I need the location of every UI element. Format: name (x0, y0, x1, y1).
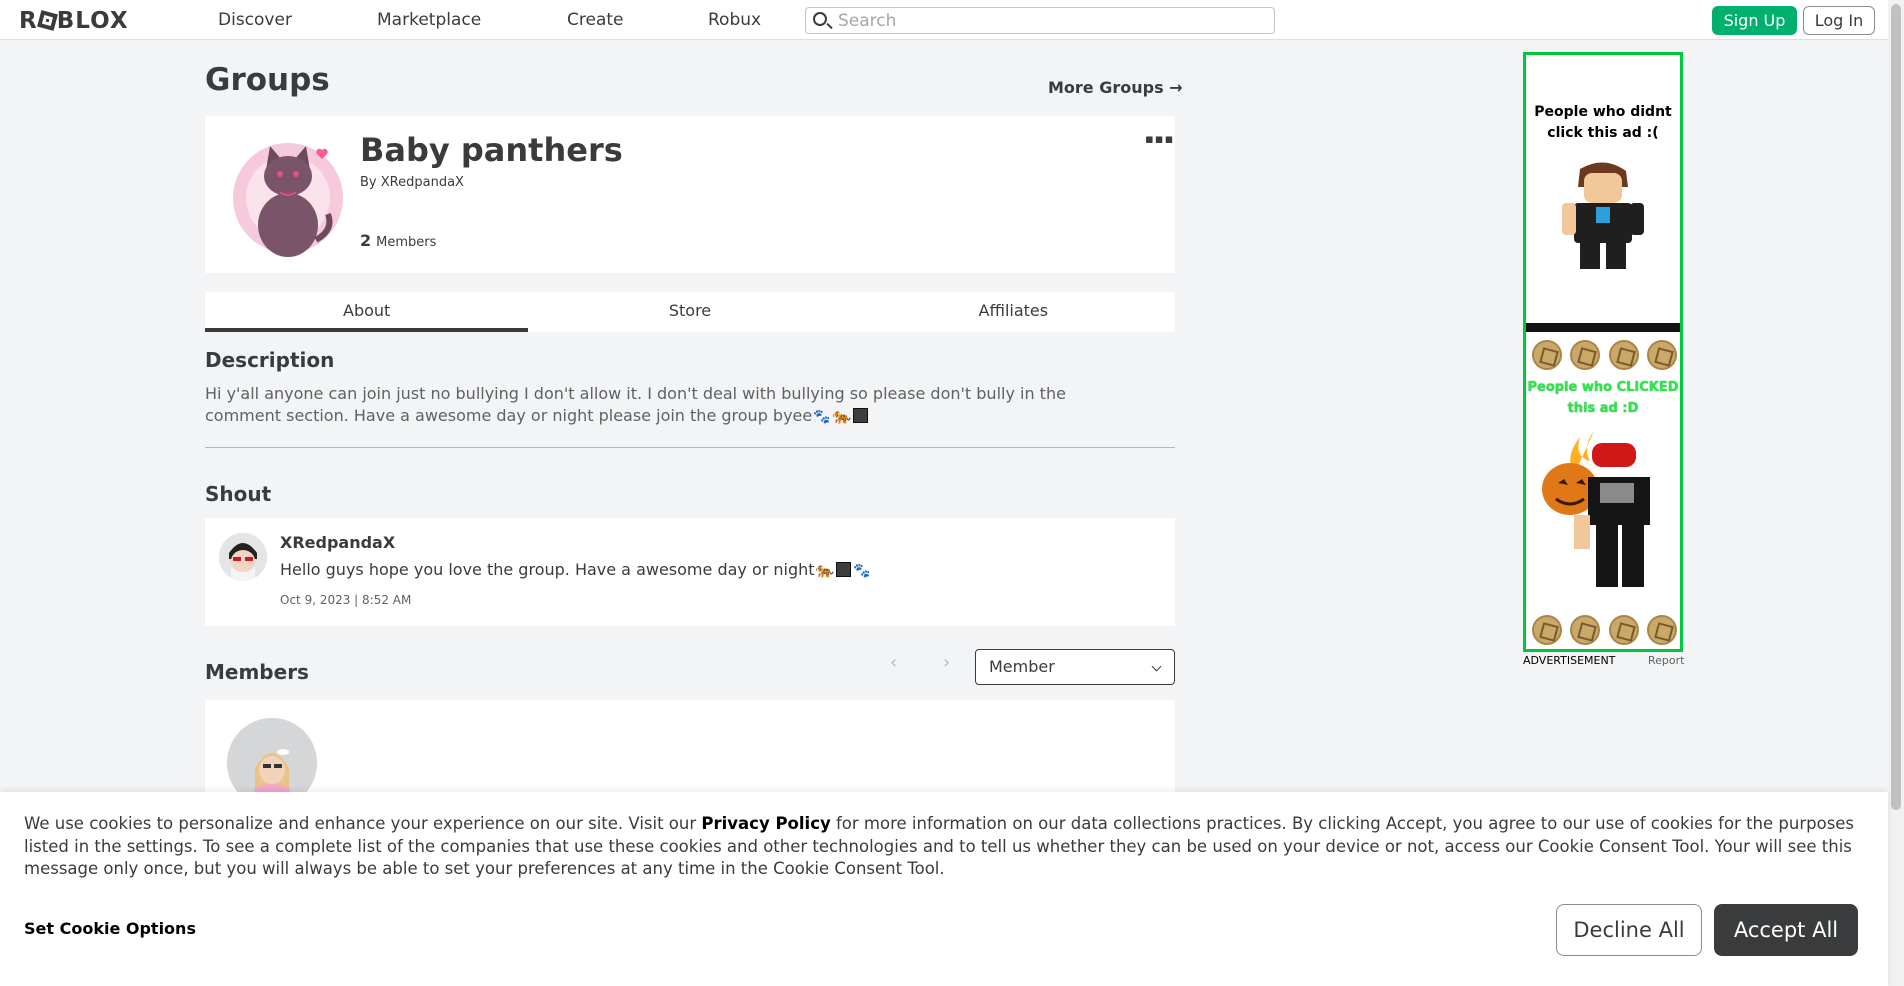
group-owner-prefix: By (360, 175, 377, 190)
black-square-emoji-icon (853, 408, 869, 423)
member-count-number: 2 (360, 231, 372, 250)
description-text: Hi y'all anyone can join just no bullyin… (205, 383, 1165, 428)
search-box (805, 7, 1275, 34)
accept-all-button[interactable]: Accept All (1714, 904, 1858, 956)
group-emblem-image (233, 143, 343, 257)
search-input[interactable] (838, 10, 1258, 31)
sign-up-button[interactable]: Sign Up (1712, 6, 1797, 35)
top-navigation: R BLOX Discover Marketplace Create Robux … (0, 0, 1888, 40)
tab-affiliates[interactable]: Affiliates (852, 292, 1175, 332)
group-owner-link[interactable]: XRedpandaX (381, 175, 464, 190)
more-groups-link[interactable]: More Groups → (1048, 78, 1183, 97)
ad-avatar-sad-image (1562, 162, 1644, 269)
ad-coin-row-bottom (1532, 615, 1677, 645)
role-select-value: Member (989, 657, 1055, 676)
section-divider (205, 447, 1175, 448)
ad-avatar-happy-image (1542, 431, 1650, 587)
ad-top-text: People who didnt click this ad :( (1534, 104, 1672, 141)
description-title: Description (205, 348, 335, 372)
nav-discover[interactable]: Discover (218, 10, 292, 30)
set-cookie-options-link[interactable]: Set Cookie Options (24, 919, 196, 938)
shout-timestamp: Oct 9, 2023 | 8:52 AM (280, 593, 412, 607)
scrollbar-thumb[interactable] (1891, 4, 1901, 810)
decline-all-button[interactable]: Decline All (1556, 904, 1702, 956)
tiger-emoji-icon: 🐅 (815, 561, 835, 579)
group-header-card: Baby panthers By XRedpandaX 2 Members ▪▪▪ (205, 116, 1175, 273)
robux-coin-icon (1570, 615, 1601, 645)
role-select-dropdown[interactable]: Member (975, 649, 1175, 685)
paw-emoji-icon: 🐾 (853, 563, 871, 579)
group-member-count: 2 Members (360, 231, 436, 250)
cookie-text-before: We use cookies to personalize and enhanc… (24, 814, 702, 833)
robux-coin-icon (1532, 340, 1562, 370)
shout-card: XRedpandaX Hello guys hope you love the … (205, 518, 1175, 626)
log-in-button[interactable]: Log In (1803, 6, 1875, 35)
shout-author-name[interactable]: XRedpandaX (280, 533, 395, 552)
ad-coin-row-top (1532, 340, 1677, 370)
group-tabs: About Store Affiliates (205, 292, 1175, 332)
robux-coin-icon (1646, 340, 1677, 370)
robux-coin-icon (1570, 340, 1601, 370)
group-owner: By XRedpandaX (360, 175, 464, 190)
shout-author-avatar[interactable] (219, 533, 267, 581)
shout-message: Hello guys hope you love the group. Have… (280, 560, 872, 579)
shout-title: Shout (205, 482, 272, 506)
chevron-left-icon[interactable]: ‹ (890, 652, 897, 673)
chevron-right-icon[interactable]: › (943, 652, 950, 673)
robux-coin-icon (1608, 615, 1639, 645)
page-scrollbar[interactable] (1888, 0, 1904, 986)
tab-about[interactable]: About (205, 292, 529, 332)
cookie-consent-banner: We use cookies to personalize and enhanc… (0, 792, 1888, 986)
roblox-logo[interactable]: R BLOX (19, 8, 129, 34)
robux-coin-icon (1532, 615, 1562, 645)
black-square-emoji-icon (836, 562, 852, 577)
robux-coin-icon (1608, 340, 1639, 370)
tab-store[interactable]: Store (528, 292, 851, 332)
description-line-2: comment section. Have a awesome day or n… (205, 406, 813, 425)
ad-report-link[interactable]: Report (1648, 654, 1684, 667)
search-icon[interactable] (813, 12, 827, 26)
tiger-emoji-icon: 🐅 (832, 407, 852, 425)
group-name: Baby panthers (360, 131, 623, 169)
advertisement-label: ADVERTISEMENT (1523, 654, 1616, 667)
members-title: Members (205, 660, 309, 684)
robux-coin-icon (1646, 615, 1677, 645)
description-line-1: Hi y'all anyone can join just no bullyin… (205, 384, 1066, 403)
nav-robux[interactable]: Robux (708, 10, 761, 30)
member-count-label: Members (376, 235, 437, 250)
paw-emoji-icon: 🐾 (813, 409, 831, 425)
more-dots-icon[interactable]: ▪▪▪ (1145, 132, 1174, 147)
advertisement-banner[interactable]: People who didnt click this ad :( People… (1523, 52, 1683, 652)
page-title: Groups (205, 62, 330, 98)
ad-green-text: People who CLICKED this ad :D (1527, 380, 1679, 416)
cookie-consent-text: We use cookies to personalize and enhanc… (24, 813, 1864, 881)
ad-divider-band (1526, 323, 1680, 332)
nav-marketplace[interactable]: Marketplace (377, 10, 481, 30)
privacy-policy-link[interactable]: Privacy Policy (701, 814, 830, 833)
nav-create[interactable]: Create (567, 10, 624, 30)
shout-message-text: Hello guys hope you love the group. Have… (280, 560, 815, 579)
chevron-down-icon (1151, 661, 1162, 672)
